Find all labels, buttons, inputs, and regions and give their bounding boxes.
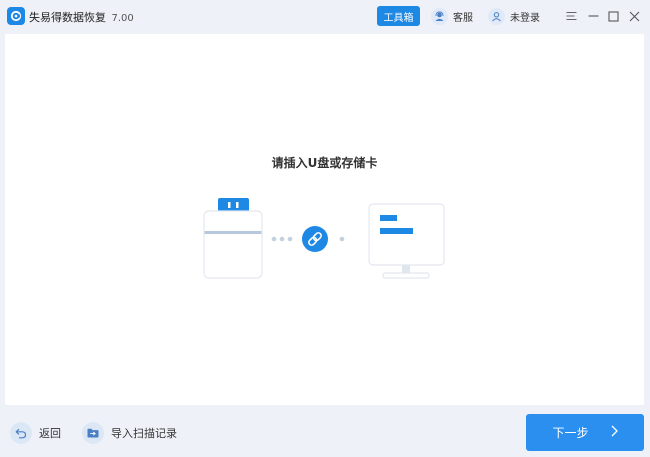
connection-dots-left (271, 236, 293, 242)
connection-illustration (203, 198, 445, 279)
usb-drive-illustration (203, 198, 263, 279)
headset-icon (431, 7, 448, 25)
back-label: 返回 (39, 427, 61, 440)
computer-monitor-illustration (368, 203, 445, 279)
customer-service-label: 客服 (453, 12, 473, 24)
app-name: 失易得数据恢复 (29, 11, 106, 24)
chevron-right-icon (611, 425, 618, 440)
customer-service-button[interactable]: 客服 (431, 7, 473, 25)
back-button[interactable]: 返回 (10, 421, 61, 445)
app-logo-icon (7, 7, 25, 25)
close-icon[interactable] (626, 8, 642, 24)
next-step-button[interactable]: 下一步 (526, 414, 644, 451)
main-panel: 请插入U盘或存储卡 (5, 34, 644, 405)
link-icon (302, 226, 328, 252)
menu-icon[interactable] (563, 8, 579, 24)
folder-import-icon (82, 422, 104, 444)
toolbox-button[interactable]: 工具箱 (377, 6, 420, 26)
app-title: 失易得数据恢复 7.00 (29, 9, 134, 25)
login-button[interactable]: 未登录 (488, 7, 540, 25)
next-step-label: 下一步 (552, 426, 589, 440)
user-icon (488, 7, 505, 25)
app-version: 7.00 (111, 13, 134, 24)
login-label: 未登录 (510, 12, 540, 24)
import-scan-record-label: 导入扫描记录 (111, 427, 177, 440)
import-scan-record-button[interactable]: 导入扫描记录 (82, 421, 177, 445)
connection-dot-right (339, 236, 345, 242)
back-arrow-icon (10, 422, 32, 444)
maximize-icon[interactable] (605, 8, 621, 24)
minimize-icon[interactable] (585, 8, 601, 24)
title-bar: 失易得数据恢复 7.00 工具箱 客服 未登录 (0, 0, 650, 33)
